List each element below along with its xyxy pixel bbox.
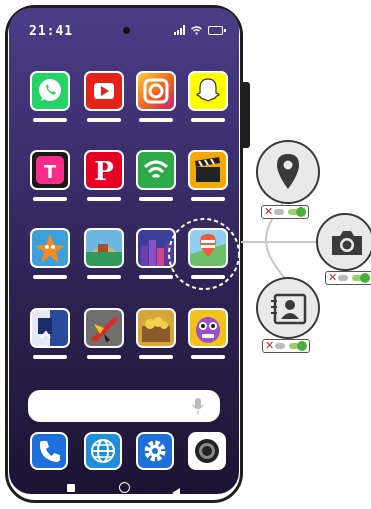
app-label: [191, 197, 225, 201]
svg-text:T: T: [44, 162, 57, 183]
app-game-jet[interactable]: [84, 308, 124, 348]
app-label: [33, 275, 67, 279]
camera-toggle[interactable]: ✕: [325, 271, 371, 285]
globe-icon: [91, 439, 115, 463]
contacts-toggle[interactable]: ✕: [262, 339, 310, 353]
app-label: [139, 197, 173, 201]
deny-icon: ✕: [265, 339, 275, 352]
app-label: [33, 118, 67, 122]
lens-icon: [195, 439, 219, 463]
nav-back-button[interactable]: [172, 483, 181, 494]
permission-contacts: [256, 277, 320, 339]
dock-camera[interactable]: [188, 432, 226, 470]
app-label: [33, 197, 67, 201]
ghost-icon: [196, 78, 220, 102]
p-icon: P: [94, 157, 114, 187]
deny-icon: ✕: [264, 205, 274, 218]
square-icon: [67, 484, 75, 492]
allow-check-icon: [297, 341, 307, 351]
permission-location: [256, 140, 320, 204]
phone-icon: [39, 441, 60, 462]
jet-icon: [90, 316, 118, 342]
power-button: [243, 82, 250, 148]
app-label: [33, 355, 67, 359]
status-icons: [174, 25, 226, 35]
location-pin-icon: [277, 154, 299, 189]
starfish-icon: [35, 234, 65, 263]
app-whatsapp[interactable]: [30, 71, 70, 111]
app-game-treasure[interactable]: [136, 308, 176, 348]
app-youtube[interactable]: [84, 71, 124, 111]
wifi-icon: [191, 25, 202, 35]
app-game-island[interactable]: [84, 228, 124, 268]
signal-icon: [174, 25, 185, 35]
app-label: [87, 197, 121, 201]
contacts-icon: [271, 293, 307, 325]
island-icon: [86, 244, 122, 266]
app-label: [87, 118, 121, 122]
camera-icon: [332, 231, 362, 255]
permission-camera: [316, 213, 371, 271]
app-label: [87, 355, 121, 359]
toggle-off-icon: [274, 209, 284, 215]
dock-phone[interactable]: [30, 432, 68, 470]
svg-text:P: P: [94, 157, 114, 187]
search-bar[interactable]: [28, 390, 220, 422]
wifi-icon: [143, 160, 169, 179]
clapperboard-icon: [195, 157, 220, 182]
monster-icon: [196, 317, 220, 343]
app-camera-app[interactable]: [136, 71, 176, 111]
app-tiktok-style[interactable]: T: [30, 150, 70, 190]
app-label: [191, 118, 225, 122]
app-game-monster[interactable]: [188, 308, 228, 348]
front-camera: [123, 27, 130, 34]
toggle-off-icon: [338, 275, 348, 281]
youtube-icon: [94, 83, 114, 99]
whatsapp-icon: [39, 79, 61, 101]
soccer-icon: [32, 310, 52, 346]
dock-settings[interactable]: [136, 432, 174, 470]
app-label: [87, 275, 121, 279]
circle-icon: [119, 482, 130, 493]
status-bar: 21:41: [9, 8, 239, 39]
dock-browser[interactable]: [84, 432, 122, 470]
tt-icon: T: [36, 156, 64, 184]
location-toggle[interactable]: ✕: [261, 205, 309, 219]
app-game-starfish[interactable]: [30, 228, 70, 268]
clock: 21:41: [29, 24, 74, 39]
app-snapchat[interactable]: [188, 71, 228, 111]
highlight-ring: [168, 218, 240, 290]
allow-check-icon: [296, 207, 306, 217]
camera-icon: [143, 78, 169, 104]
toggle-off-icon: [275, 343, 285, 349]
app-pinterest[interactable]: P: [84, 150, 124, 190]
nav-home-button[interactable]: [119, 482, 130, 493]
app-label: [191, 355, 225, 359]
app-video-app[interactable]: [188, 150, 228, 190]
app-wifi-app[interactable]: [136, 150, 176, 190]
microphone-icon[interactable]: [192, 397, 204, 415]
back-triangle-icon: [172, 488, 180, 494]
nav-recents-button[interactable]: [67, 484, 75, 492]
deny-icon: ✕: [328, 271, 338, 284]
treasure-icon: [142, 317, 170, 342]
allow-check-icon: [360, 273, 370, 283]
app-label: [139, 118, 173, 122]
gear-icon: [144, 440, 166, 462]
app-label: [139, 355, 173, 359]
battery-icon: [208, 25, 226, 35]
app-game-soccer[interactable]: [30, 308, 70, 348]
